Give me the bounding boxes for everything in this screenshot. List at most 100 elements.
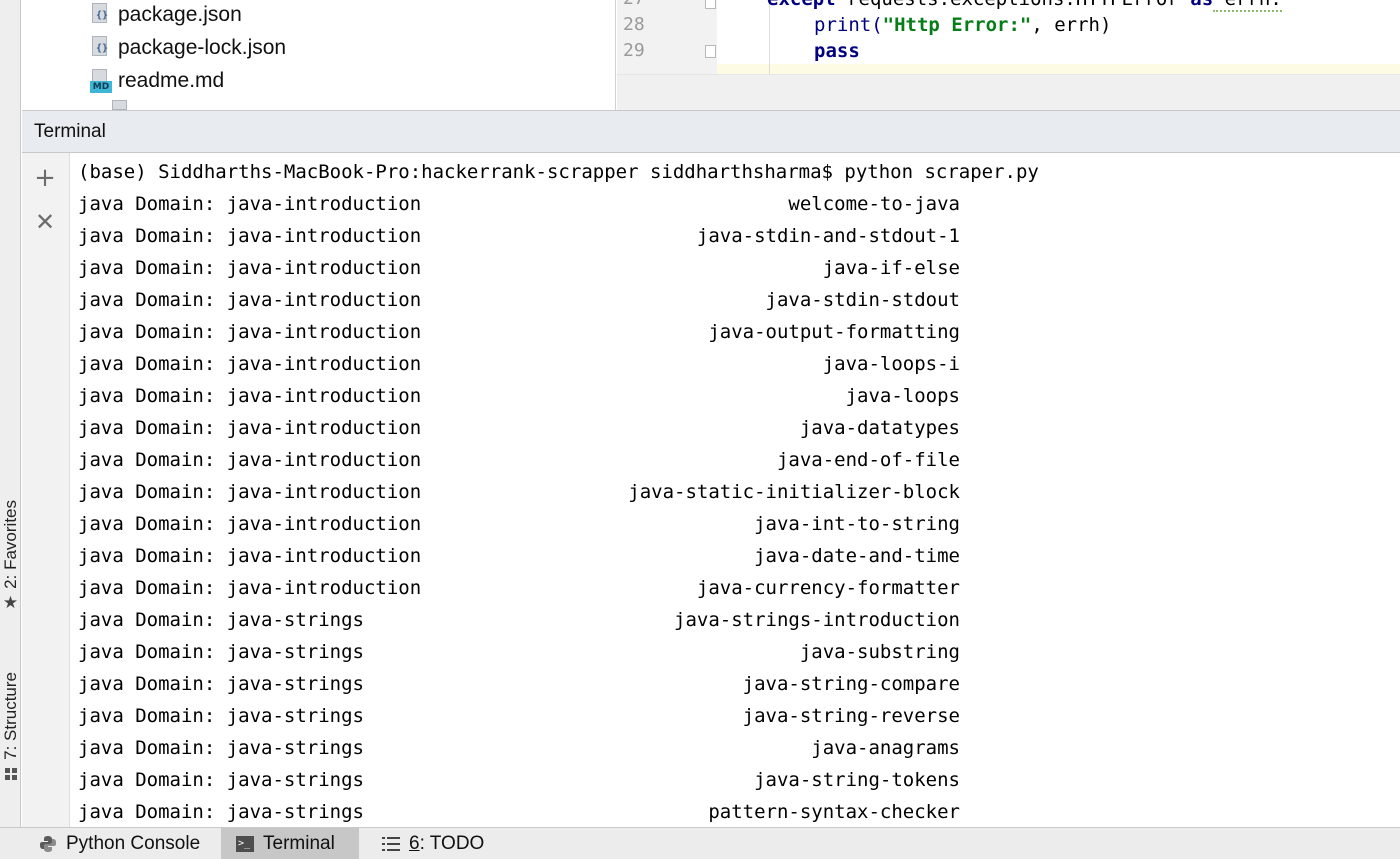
fold-marker-icon[interactable] <box>705 45 716 58</box>
terminal-output-line: java Domain: java-introduction java-loops… <box>78 353 978 385</box>
domain-text: java Domain: java-introduction <box>78 545 422 567</box>
star-icon: ★ <box>2 592 19 613</box>
tab-python-console[interactable]: Python Console <box>24 828 214 859</box>
domain-text: java Domain: java-introduction <box>78 225 422 247</box>
code-line[interactable]: 28 print("Http Error:", errh) <box>617 14 1400 40</box>
left-tool-strip: 2: Favorites ★ 7: Structure <box>0 0 21 827</box>
tab-label: Python Console <box>66 833 201 854</box>
domain-text: java Domain: java-introduction <box>78 481 422 503</box>
domain-text: java Domain: java-strings <box>78 673 364 695</box>
terminal-output-line: java Domain: java-strings java-anagrams <box>78 737 978 769</box>
challenge-slug: java-currency-formatter <box>696 577 960 599</box>
domain-text: java Domain: java-strings <box>78 609 364 631</box>
terminal-output-line: java Domain: java-introduction welcome-to… <box>78 193 978 225</box>
json-file-icon: {} <box>90 36 110 60</box>
terminal-output-line: java Domain: java-strings java-string-rev… <box>78 705 978 737</box>
challenge-slug: java-int-to-string <box>754 513 960 535</box>
terminal-output-line: java Domain: java-introduction java-datat… <box>78 417 978 449</box>
terminal-output-line: java Domain: java-strings pattern-syntax-… <box>78 801 978 827</box>
python-icon <box>38 835 58 853</box>
domain-text: java Domain: java-introduction <box>78 513 422 535</box>
line-number: 29 <box>623 40 645 61</box>
challenge-slug: java-output-formatting <box>708 321 960 343</box>
domain-text: java Domain: java-introduction <box>78 193 422 215</box>
terminal-output-line: java Domain: java-strings java-strings-in… <box>78 609 978 641</box>
terminal-output-line: java Domain: java-strings java-string-com… <box>78 673 978 705</box>
code-line[interactable]: 27 except requests.exceptions.HTTPError … <box>617 0 1400 14</box>
close-icon[interactable]: ✕ <box>32 209 58 235</box>
domain-text: java Domain: java-strings <box>78 641 364 663</box>
bottom-tool-bar: Python Console >_ Terminal 6: TODO <box>0 827 1400 859</box>
tree-item-label: package.json <box>118 3 242 26</box>
line-number: 28 <box>623 14 645 35</box>
plus-icon[interactable]: + <box>32 165 58 191</box>
file-icon-partial <box>112 100 127 110</box>
challenge-slug: java-string-tokens <box>754 769 960 791</box>
challenge-slug: java-substring <box>799 641 960 663</box>
editor-empty-area <box>617 74 1400 110</box>
terminal-output-line: java Domain: java-introduction java-outpu… <box>78 321 978 353</box>
fold-marker-icon[interactable] <box>705 0 716 9</box>
tree-item-package-lock-json[interactable]: {} package-lock.json <box>90 33 286 63</box>
domain-text: java Domain: java-introduction <box>78 257 422 279</box>
code-text: except requests.exceptions.HTTPError as … <box>767 0 1282 12</box>
challenge-slug: java-anagrams <box>811 737 960 759</box>
domain-text: java Domain: java-strings <box>78 737 364 759</box>
terminal-output-line: java Domain: java-introduction java-stati… <box>78 481 978 513</box>
tab-terminal[interactable]: >_ Terminal <box>221 828 359 859</box>
markdown-file-icon: MD <box>90 69 112 93</box>
challenge-slug: java-date-and-time <box>754 545 960 567</box>
challenge-slug: java-string-reverse <box>742 705 960 727</box>
domain-text: java Domain: java-introduction <box>78 417 422 439</box>
challenge-slug: welcome-to-java <box>788 193 960 215</box>
domain-text: java Domain: java-introduction <box>78 449 422 471</box>
project-tree: {} package.json {} package-lock.json MD … <box>22 0 616 110</box>
structure-icon <box>3 766 19 782</box>
favorites-tab[interactable]: 2: Favorites ★ <box>0 500 21 613</box>
code-text: pass <box>814 40 860 62</box>
favorites-tab-label: 2: Favorites <box>0 500 20 589</box>
terminal-output-line: java Domain: java-introduction java-loops <box>78 385 978 417</box>
tab-label: 6: TODO <box>409 833 485 854</box>
challenge-slug: java-stdin-stdout <box>765 289 960 311</box>
domain-text: java Domain: java-introduction <box>78 385 422 407</box>
tree-item-label: readme.md <box>118 69 225 92</box>
challenge-slug: java-string-compare <box>742 673 960 695</box>
domain-text: java Domain: java-introduction <box>78 321 422 343</box>
terminal-output[interactable]: (base) Siddharths-MacBook-Pro:hackerrank… <box>71 153 1400 827</box>
terminal-title: Terminal <box>34 120 106 142</box>
structure-tab[interactable]: 7: Structure <box>0 672 21 782</box>
tree-item-readme-md[interactable]: MD readme.md <box>90 66 224 96</box>
line-number: 27 <box>623 0 663 9</box>
challenge-slug: java-stdin-and-stdout-1 <box>696 225 960 247</box>
terminal-output-line: java Domain: java-strings java-substring <box>78 641 978 673</box>
tree-item-label: package-lock.json <box>118 36 287 59</box>
domain-text: java Domain: java-strings <box>78 769 364 791</box>
domain-text: java Domain: java-introduction <box>78 353 422 375</box>
terminal-toolbar: + ✕ <box>22 153 70 827</box>
domain-text: java Domain: java-introduction <box>78 289 422 311</box>
code-line[interactable]: 29 pass <box>617 40 1400 66</box>
tab-label: Terminal <box>263 833 335 854</box>
challenge-slug: pattern-syntax-checker <box>708 801 960 823</box>
terminal-output-line: java Domain: java-introduction java-stdin… <box>78 289 978 321</box>
challenge-slug: java-end-of-file <box>776 449 960 471</box>
tree-item-package-json[interactable]: {} package.json <box>90 0 242 30</box>
terminal-output-line: java Domain: java-introduction java-date-… <box>78 545 978 577</box>
challenge-slug: java-loops <box>845 385 960 407</box>
terminal-header: Terminal <box>22 110 1400 153</box>
terminal-prompt: (base) Siddharths-MacBook-Pro:hackerrank… <box>78 161 1039 183</box>
structure-tab-label: 7: Structure <box>0 672 20 760</box>
terminal-output-line: java Domain: java-introduction java-curre… <box>78 577 978 609</box>
tab-todo[interactable]: 6: TODO <box>367 828 498 859</box>
challenge-slug: java-if-else <box>822 257 960 279</box>
challenge-slug: java-static-initializer-block <box>628 481 960 503</box>
todo-list-icon <box>381 835 401 853</box>
code-text: print("Http Error:", errh) <box>814 14 1112 36</box>
code-editor[interactable]: 27 except requests.exceptions.HTTPError … <box>617 0 1400 110</box>
terminal-output-line: java Domain: java-strings java-string-tok… <box>78 769 978 801</box>
terminal-output-line: java Domain: java-introduction java-end-o… <box>78 449 978 481</box>
json-file-icon: {} <box>90 3 110 27</box>
terminal-output-line: java Domain: java-introduction java-int-t… <box>78 513 978 545</box>
challenge-slug: java-loops-i <box>822 353 960 375</box>
